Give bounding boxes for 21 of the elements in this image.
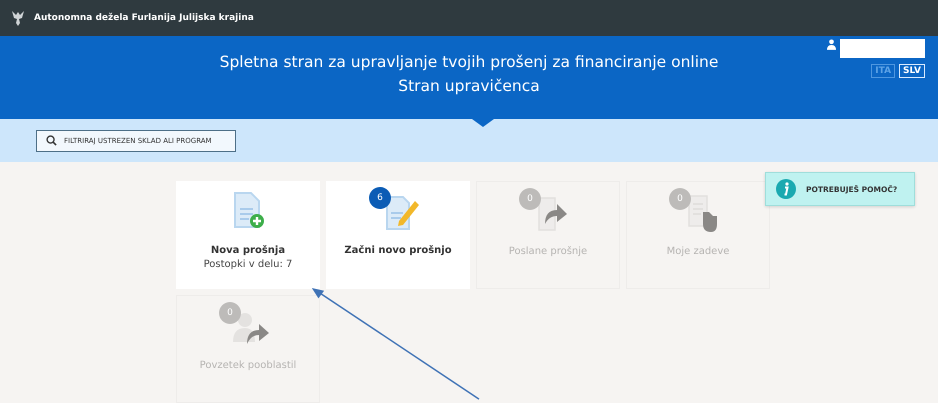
dashboard-card[interactable]: Nova prošnja Postopki v delu: 7 [176, 181, 320, 289]
count-badge: 0 [219, 302, 241, 324]
card-title: Začni novo prošnjo [344, 245, 452, 256]
page-title: Spletna stran za upravljanje tvojih prošenj za financiranje online [220, 52, 718, 73]
region-title: Autonomna dežela Furlanija Julijska krajina [34, 12, 254, 23]
count-badge: 6 [369, 187, 391, 209]
card-subtitle: Postopki v delu: 7 [204, 259, 292, 270]
card-title: Moje zadeve [666, 246, 730, 257]
count-badge: 0 [519, 188, 541, 210]
search-icon [46, 135, 57, 146]
card-title: Poslane prošnje [508, 246, 588, 257]
user-field[interactable] [840, 38, 925, 58]
eagle-icon [10, 8, 26, 27]
info-icon [776, 179, 796, 199]
card-title: Povzetek pooblastil [200, 360, 296, 371]
page-title: Stran upravičenca [398, 76, 540, 97]
card-title: Nova prošnja [210, 245, 286, 256]
dashboard-card[interactable]: 6 Začni novo prošnjo [326, 181, 470, 289]
user-icon [827, 38, 836, 50]
language-button[interactable]: SLV [899, 64, 925, 78]
count-badge: 0 [669, 188, 691, 210]
